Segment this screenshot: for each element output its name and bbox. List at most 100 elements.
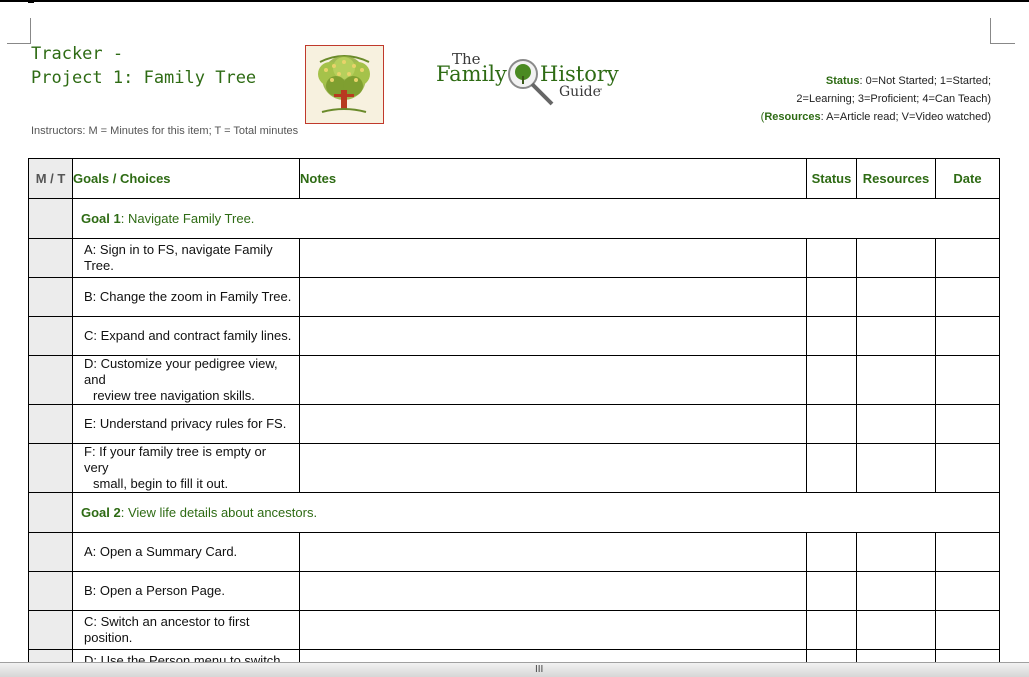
horizontal-scrollbar[interactable]: III <box>0 662 1029 677</box>
legend-status-text-1: : 0=Not Started; 1=Started; <box>859 75 991 87</box>
table-row: D: Use the Person menu to switch to <box>28 649 1000 662</box>
header-date: Date <box>935 158 1000 199</box>
status-cell[interactable] <box>806 316 857 356</box>
choice-line-1: F: If your family tree is empty or very <box>84 444 267 475</box>
table-row: B: Change the zoom in Family Tree. <box>28 277 1000 317</box>
table-row: A: Open a Summary Card. <box>28 532 1000 572</box>
table-row: F: If your family tree is empty or very s… <box>28 443 1000 493</box>
table-row: B: Open a Person Page. <box>28 571 1000 611</box>
date-cell[interactable] <box>935 443 1000 493</box>
mt-cell[interactable] <box>28 649 73 662</box>
date-cell[interactable] <box>935 649 1000 662</box>
goal-title: Goal 2: View life details about ancestor… <box>72 492 1000 533</box>
mt-cell[interactable] <box>28 355 73 405</box>
goal-label: Goal 1 <box>81 211 121 226</box>
crop-mark-left <box>7 18 31 44</box>
date-cell[interactable] <box>935 404 1000 444</box>
notes-cell[interactable] <box>299 404 807 444</box>
notes-cell[interactable] <box>299 649 807 662</box>
notes-cell[interactable] <box>299 238 807 278</box>
choice-text: D: Use the Person menu to switch to <box>72 649 300 662</box>
document-page: Tracker - Project 1: Family Tree Instruc… <box>0 0 1029 662</box>
mt-cell[interactable] <box>28 404 73 444</box>
status-cell[interactable] <box>806 571 857 611</box>
legend-resources-text: : A=Article read; V=Video watched) <box>820 111 991 123</box>
date-cell[interactable] <box>935 571 1000 611</box>
date-cell[interactable] <box>935 277 1000 317</box>
status-cell[interactable] <box>806 404 857 444</box>
legend-line-1: Status: 0=Not Started; 1=Started; <box>761 72 991 90</box>
logo-trademark: ™ <box>597 88 603 95</box>
mt-cell[interactable] <box>28 238 73 278</box>
table-row: C: Expand and contract family lines. <box>28 316 1000 356</box>
notes-cell[interactable] <box>299 316 807 356</box>
status-cell[interactable] <box>806 610 857 650</box>
date-cell[interactable] <box>935 238 1000 278</box>
notes-cell[interactable] <box>299 277 807 317</box>
status-cell[interactable] <box>806 649 857 662</box>
resources-cell[interactable] <box>856 404 936 444</box>
resources-cell[interactable] <box>856 316 936 356</box>
status-cell[interactable] <box>806 532 857 572</box>
resources-cell[interactable] <box>856 649 936 662</box>
top-border <box>0 0 1029 2</box>
status-cell[interactable] <box>806 238 857 278</box>
legend-line-2: 2=Learning; 3=Proficient; 4=Can Teach) <box>796 93 991 105</box>
choice-line-2: small, begin to fill it out. <box>93 476 229 491</box>
choice-text: A: Open a Summary Card. <box>72 532 300 572</box>
status-cell[interactable] <box>806 355 857 405</box>
date-cell[interactable] <box>935 532 1000 572</box>
legend-status-label: Status <box>825 75 860 87</box>
mt-cell[interactable] <box>28 316 73 356</box>
notes-cell[interactable] <box>299 443 807 493</box>
family-history-guide-logo: The Family History Guide ™ <box>434 48 624 110</box>
resources-cell[interactable] <box>856 532 936 572</box>
choice-text: C: Expand and contract family lines. <box>72 316 300 356</box>
choice-text: A: Sign in to FS, navigate Family Tree. <box>72 238 300 278</box>
choice-text: C: Switch an ancestor to first position. <box>72 610 300 650</box>
instructors-note: Instructors: M = Minutes for this item; … <box>31 125 299 137</box>
mt-cell[interactable] <box>28 277 73 317</box>
mt-cell[interactable] <box>28 198 73 239</box>
mt-cell[interactable] <box>28 443 73 493</box>
mt-cell[interactable] <box>28 571 73 611</box>
goal-text: : Navigate Family Tree. <box>120 211 255 226</box>
goal-title: Goal 1: Navigate Family Tree. <box>72 198 1000 239</box>
goal-label: Goal 2 <box>81 505 121 520</box>
header-status: Status <box>806 158 857 199</box>
status-cell[interactable] <box>806 277 857 317</box>
mt-cell[interactable] <box>28 492 73 533</box>
resources-cell[interactable] <box>856 571 936 611</box>
choice-text: E: Understand privacy rules for FS. <box>72 404 300 444</box>
family-tree-image <box>305 45 384 124</box>
status-cell[interactable] <box>806 443 857 493</box>
title-line-2: Project 1: Family Tree <box>31 68 257 88</box>
notes-cell[interactable] <box>299 571 807 611</box>
date-cell[interactable] <box>935 355 1000 405</box>
document-title: Tracker - Project 1: Family Tree <box>31 42 256 90</box>
notes-cell[interactable] <box>299 610 807 650</box>
notes-cell[interactable] <box>299 532 807 572</box>
date-cell[interactable] <box>935 610 1000 650</box>
resources-cell[interactable] <box>856 610 936 650</box>
mt-cell[interactable] <box>28 610 73 650</box>
ruler-marker <box>28 0 34 3</box>
resources-cell[interactable] <box>856 238 936 278</box>
table-row: E: Understand privacy rules for FS. <box>28 404 1000 444</box>
notes-cell[interactable] <box>299 355 807 405</box>
family-tree-icon <box>318 55 370 113</box>
scroll-grip-icon[interactable]: III <box>535 664 543 676</box>
legend-line-3: (Resources: A=Article read; V=Video watc… <box>761 108 991 126</box>
resources-cell[interactable] <box>856 443 936 493</box>
choice-line-2: review tree navigation skills. <box>93 388 255 403</box>
resources-cell[interactable] <box>856 277 936 317</box>
date-cell[interactable] <box>935 316 1000 356</box>
logo-history: History <box>540 62 619 86</box>
resources-cell[interactable] <box>856 355 936 405</box>
legend-resources-label: Resources <box>764 111 821 123</box>
tracker-table: M / T Goals / Choices Notes Status Resou… <box>28 158 1000 662</box>
choice-text: D: Customize your pedigree view, and revi… <box>72 355 300 405</box>
table-header-row: M / T Goals / Choices Notes Status Resou… <box>28 158 1000 199</box>
mt-cell[interactable] <box>28 532 73 572</box>
header-mt: M / T <box>28 158 73 199</box>
